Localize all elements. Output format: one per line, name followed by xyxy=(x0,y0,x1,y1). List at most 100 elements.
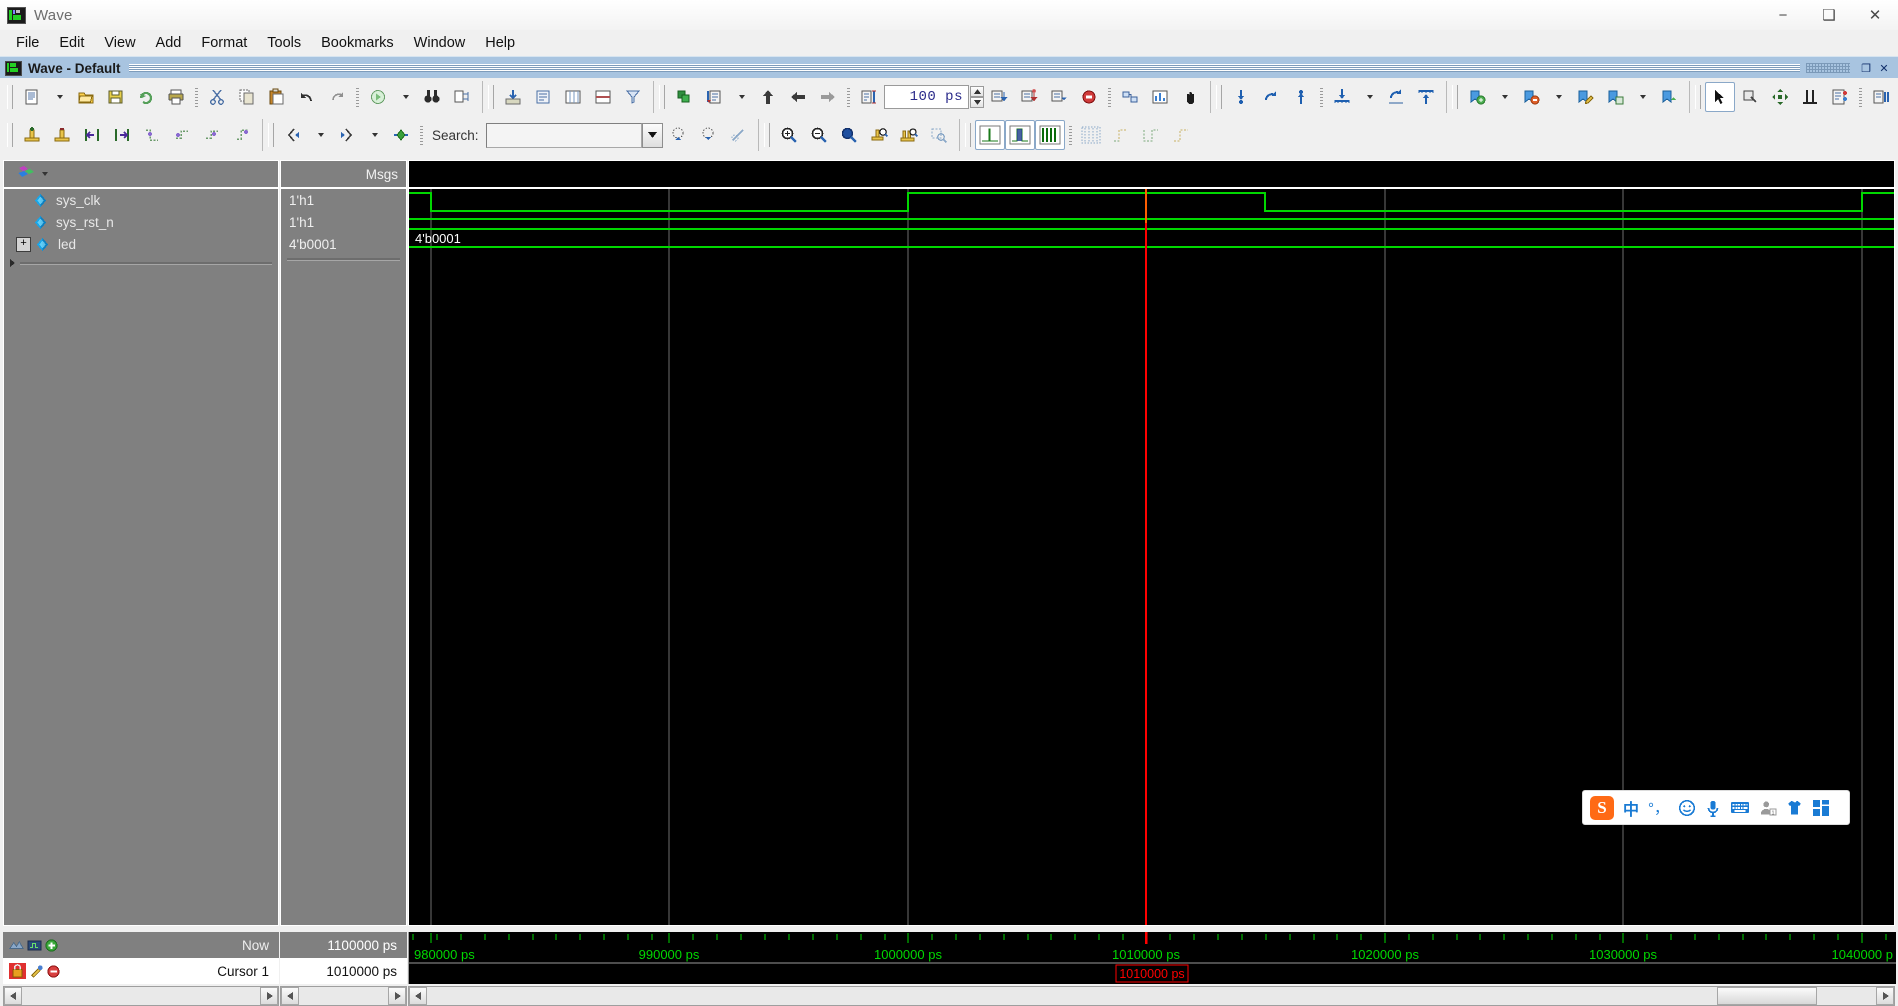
delete-bookmark-dropdown-icon[interactable] xyxy=(1546,82,1570,112)
step-forward-icon[interactable] xyxy=(813,82,843,112)
menu-add[interactable]: Add xyxy=(146,32,192,54)
zoom-last-icon[interactable] xyxy=(924,120,954,150)
next-event-icon[interactable] xyxy=(332,120,362,150)
microphone-icon[interactable] xyxy=(1705,799,1721,817)
cursor-jump-icon[interactable] xyxy=(1256,82,1286,112)
zoom-cursor-icon[interactable] xyxy=(864,120,894,150)
insert-cursor-icon[interactable] xyxy=(1226,82,1256,112)
delete-marker-icon[interactable] xyxy=(47,120,77,150)
pan-mode-icon[interactable] xyxy=(1765,82,1795,112)
redo-icon[interactable] xyxy=(322,82,352,112)
cut-icon[interactable] xyxy=(202,82,232,112)
objects-dropdown-icon[interactable] xyxy=(42,172,48,176)
delete-bookmark-icon[interactable] xyxy=(1516,82,1546,112)
zoom-full-icon[interactable] xyxy=(834,120,864,150)
lock-cursor-icon[interactable] xyxy=(9,963,26,979)
toolbar-grip[interactable] xyxy=(1695,85,1701,109)
break-icon[interactable] xyxy=(1074,82,1104,112)
wave-pattern-high-icon[interactable] xyxy=(1166,120,1196,150)
signal-row-sys_rst_n[interactable]: sys_rst_n xyxy=(4,211,278,233)
menu-edit[interactable]: Edit xyxy=(49,32,94,54)
coverage-icon[interactable] xyxy=(1145,82,1175,112)
doc-close-button[interactable]: ✕ xyxy=(1876,61,1892,76)
continue-run-icon[interactable] xyxy=(1014,82,1044,112)
edit-cursor-mode-icon[interactable] xyxy=(1795,82,1825,112)
wave-config-mode-icon[interactable] xyxy=(1825,82,1855,112)
paste-icon[interactable] xyxy=(262,82,292,112)
signal-values-pane[interactable]: Msgs 1'h1 1'h1 4'b0001 xyxy=(280,160,407,926)
spinner-down-icon[interactable] xyxy=(970,97,984,108)
sogou-ime-toolbar[interactable]: S 中 °， 1 xyxy=(1582,790,1850,825)
values-scroll-track[interactable] xyxy=(299,987,388,1005)
undo-icon[interactable] xyxy=(292,82,322,112)
open-folder-icon[interactable] xyxy=(71,82,101,112)
apps-grid-icon[interactable] xyxy=(1812,799,1830,817)
keyboard-icon[interactable] xyxy=(1730,800,1750,815)
wave-style-thin-icon[interactable] xyxy=(974,120,1005,150)
hand-pan-icon[interactable] xyxy=(1175,82,1205,112)
goto-bookmark-icon[interactable] xyxy=(1654,82,1684,112)
prev-event-icon[interactable] xyxy=(278,120,308,150)
toolbar-grip[interactable] xyxy=(1216,85,1222,109)
delete-cursor-icon[interactable] xyxy=(47,964,60,978)
smiley-icon[interactable] xyxy=(1678,799,1696,817)
menu-help[interactable]: Help xyxy=(475,32,525,54)
toolbar-grip[interactable] xyxy=(659,85,665,109)
run-length-spinner[interactable] xyxy=(970,86,984,108)
reload-icon[interactable] xyxy=(131,82,161,112)
scroll-right-icon[interactable] xyxy=(260,987,278,1005)
run-icon[interactable] xyxy=(984,82,1014,112)
signal-names-pane[interactable]: sys_clk sys_rst_n + led xyxy=(3,160,279,926)
wave-style-medium-icon[interactable] xyxy=(1004,120,1035,150)
print-icon[interactable] xyxy=(161,82,191,112)
timeline-canvas[interactable]: 980000 ps 990000 ps 1000000 ps 1010000 p… xyxy=(409,932,1896,984)
wave-compare-icon[interactable] xyxy=(588,82,618,112)
find-prev-transition-icon[interactable] xyxy=(1327,82,1357,112)
find-next-transition-icon[interactable] xyxy=(1411,82,1441,112)
wave-pattern-rise-icon[interactable] xyxy=(1106,120,1136,150)
save-bookmark-icon[interactable] xyxy=(1600,82,1630,112)
wave-hscrollbar[interactable] xyxy=(408,986,1895,1006)
insert-marker-icon[interactable] xyxy=(17,120,47,150)
run-all-icon[interactable] xyxy=(1044,82,1074,112)
search-wave-icon[interactable] xyxy=(1381,82,1411,112)
tshirt-icon[interactable] xyxy=(1786,799,1803,817)
zoom-between-cursors-icon[interactable] xyxy=(894,120,924,150)
wave-props-icon[interactable] xyxy=(528,82,558,112)
edit-bookmark-icon[interactable] xyxy=(1570,82,1600,112)
names-scroll-track[interactable] xyxy=(22,987,260,1005)
find-binoculars-icon[interactable] xyxy=(417,82,447,112)
user-icon[interactable]: 1 xyxy=(1759,799,1777,817)
zoom-select-mode-icon[interactable] xyxy=(1735,82,1765,112)
dataflow-icon[interactable] xyxy=(1115,82,1145,112)
wave-edit-drive-icon[interactable] xyxy=(227,120,257,150)
new-document-dropdown-icon[interactable] xyxy=(47,82,71,112)
wave-window-small-icon[interactable] xyxy=(27,939,42,952)
compile-icon[interactable] xyxy=(363,82,393,112)
add-bookmark-dropdown-icon[interactable] xyxy=(1492,82,1516,112)
copy-icon[interactable] xyxy=(232,82,262,112)
add-bookmark-icon[interactable] xyxy=(1462,82,1492,112)
cursor-up-icon[interactable] xyxy=(1286,82,1316,112)
search-options-icon[interactable] xyxy=(723,120,753,150)
insert-wave-icon[interactable] xyxy=(498,82,528,112)
new-document-icon[interactable] xyxy=(17,82,47,112)
scroll-right-icon[interactable] xyxy=(1876,987,1894,1005)
toolbar-grip[interactable] xyxy=(1452,85,1458,109)
wave-pattern-low-icon[interactable] xyxy=(1136,120,1166,150)
step-back-icon[interactable] xyxy=(783,82,813,112)
wave-edit-extend-icon[interactable] xyxy=(197,120,227,150)
save-icon[interactable] xyxy=(101,82,131,112)
wave-pattern-fill-icon[interactable] xyxy=(1076,120,1106,150)
ime-punctuation-icon[interactable]: °， xyxy=(1648,797,1669,818)
scroll-left-icon[interactable] xyxy=(4,987,22,1005)
cursor-value-row[interactable]: 1010000 ps xyxy=(280,958,407,984)
prev-event-dropdown-icon[interactable] xyxy=(308,120,332,150)
resize-handle-icon[interactable] xyxy=(8,258,18,268)
close-button[interactable]: ✕ xyxy=(1852,0,1898,30)
scroll-left-icon[interactable] xyxy=(281,987,299,1005)
scroll-right-icon[interactable] xyxy=(388,987,406,1005)
menu-format[interactable]: Format xyxy=(191,32,257,54)
scroll-left-icon[interactable] xyxy=(409,987,427,1005)
menu-file[interactable]: File xyxy=(6,32,49,54)
